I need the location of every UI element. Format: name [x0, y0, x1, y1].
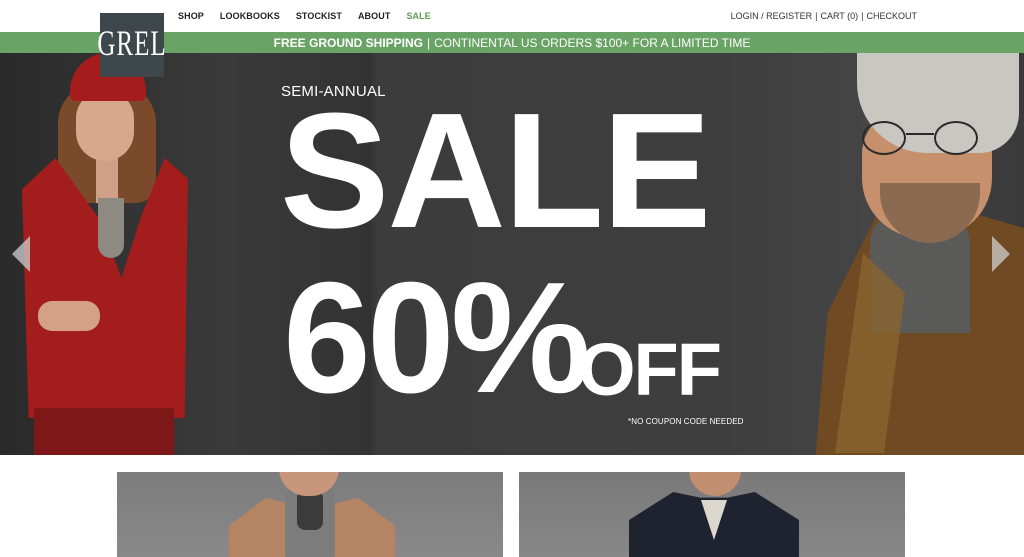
nav-sale[interactable]: SALE: [406, 11, 430, 21]
product-card[interactable]: [117, 472, 503, 557]
product-grid: [0, 455, 1024, 557]
account-separator: |: [815, 11, 818, 21]
nav-shop[interactable]: SHOP: [178, 11, 204, 21]
hero-note: *NO COUPON CODE NEEDED: [628, 417, 744, 426]
promo-text: CONTINENTAL US ORDERS $100+ FOR A LIMITE…: [434, 35, 751, 50]
nav-stockist[interactable]: STOCKIST: [296, 11, 342, 21]
checkout-link[interactable]: CHECKOUT: [866, 11, 917, 21]
product-card[interactable]: [519, 472, 905, 557]
chevron-right-icon[interactable]: [990, 234, 1012, 274]
glasses: [862, 121, 986, 155]
promo-separator: |: [427, 35, 431, 50]
hero-carousel[interactable]: SEMI-ANNUAL SALE 60% OFF *NO COUPON CODE…: [0, 53, 1024, 455]
account-separator: |: [861, 11, 864, 21]
hero-discount: 60%: [283, 250, 591, 426]
top-bar: GREL SHOP LOOKBOOKS STOCKIST ABOUT SALE …: [0, 0, 1024, 77]
brand-logo[interactable]: GREL: [97, 13, 167, 77]
main-nav: SHOP LOOKBOOKS STOCKIST ABOUT SALE: [178, 11, 431, 21]
chevron-left-icon[interactable]: [10, 234, 32, 274]
hero-headline: SALE: [280, 79, 711, 262]
account-links: LOGIN / REGISTER | CART (0) | CHECKOUT: [731, 11, 917, 21]
nav-about[interactable]: ABOUT: [358, 11, 391, 21]
cart-link[interactable]: CART (0): [820, 11, 858, 21]
login-register-link[interactable]: LOGIN / REGISTER: [731, 11, 813, 21]
brand-logo-text: GREL: [97, 24, 167, 64]
hero-off-label: OFF: [578, 328, 722, 411]
nav-lookbooks[interactable]: LOOKBOOKS: [220, 11, 280, 21]
promo-bold-text: FREE GROUND SHIPPING: [273, 35, 424, 50]
